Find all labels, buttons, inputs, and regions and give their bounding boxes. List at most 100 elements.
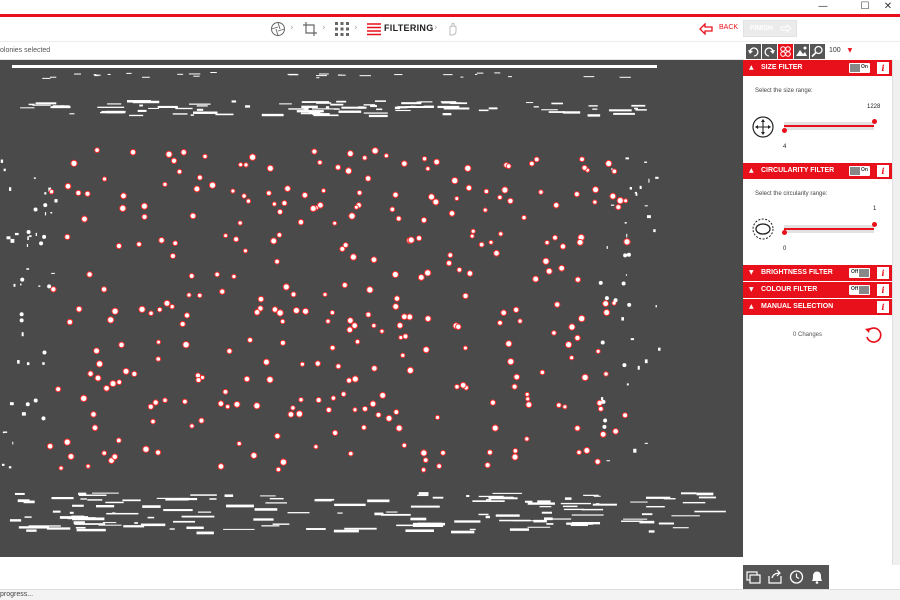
colony-marker[interactable] [365, 311, 372, 318]
colony-marker[interactable] [370, 256, 378, 264]
colonies-view-button[interactable] [778, 44, 793, 59]
colony-marker[interactable] [325, 318, 331, 324]
colony-marker[interactable] [274, 258, 280, 265]
colony-marker[interactable] [511, 383, 518, 390]
colony-marker[interactable] [351, 375, 359, 383]
colony-marker[interactable] [277, 208, 284, 215]
colony-marker[interactable] [170, 157, 178, 164]
colony-marker[interactable] [483, 188, 490, 195]
colony-marker[interactable] [276, 232, 283, 238]
colony-marker[interactable] [493, 249, 500, 257]
colony-marker[interactable] [100, 286, 108, 293]
colony-marker[interactable] [152, 399, 159, 406]
colony-marker[interactable] [75, 189, 82, 196]
colony-marker[interactable] [80, 394, 88, 403]
colony-marker[interactable] [75, 305, 83, 313]
colour-filter-info-icon[interactable]: i [877, 284, 889, 296]
colony-marker[interactable] [579, 156, 585, 163]
colony-marker[interactable] [507, 197, 514, 205]
colony-marker[interactable] [274, 432, 281, 440]
colony-marker[interactable] [282, 283, 290, 291]
colony-marker[interactable] [223, 233, 229, 239]
colony-marker[interactable] [193, 185, 201, 193]
colony-marker[interactable] [568, 323, 576, 331]
colony-marker[interactable] [486, 449, 493, 456]
colony-marker[interactable] [290, 405, 296, 411]
colony-marker[interactable] [379, 391, 387, 399]
hand-icon[interactable] [445, 21, 461, 37]
colony-marker[interactable] [265, 190, 272, 197]
colony-marker[interactable] [595, 348, 601, 354]
colony-marker[interactable] [497, 194, 503, 201]
colony-marker[interactable] [131, 370, 138, 377]
colony-marker[interactable] [459, 381, 467, 389]
colony-marker[interactable] [140, 202, 148, 210]
colony-marker[interactable] [257, 295, 265, 303]
colony-marker[interactable] [165, 150, 173, 158]
colony-marker[interactable] [70, 159, 78, 167]
colony-marker[interactable] [562, 404, 568, 410]
colony-marker[interactable] [155, 356, 162, 362]
colony-marker[interactable] [84, 190, 91, 197]
colony-marker[interactable] [375, 411, 382, 418]
redo-button[interactable] [762, 44, 777, 59]
colony-marker[interactable] [497, 319, 503, 326]
reset-icon[interactable] [864, 326, 882, 344]
colony-marker[interactable] [248, 153, 257, 161]
colony-marker[interactable] [400, 160, 408, 167]
colony-marker[interactable] [86, 271, 93, 278]
circularity-filter-info-icon[interactable]: i [877, 165, 889, 177]
aperture-icon[interactable] [270, 21, 286, 37]
colony-marker[interactable] [81, 215, 88, 223]
colony-marker[interactable] [219, 288, 226, 295]
colony-marker[interactable] [196, 292, 203, 299]
colony-marker[interactable] [55, 386, 62, 393]
colony-marker[interactable] [348, 212, 356, 220]
plate-image-canvas[interactable] [0, 60, 743, 557]
colony-marker[interactable] [91, 424, 99, 432]
colony-marker[interactable] [420, 449, 428, 457]
colony-marker[interactable] [432, 198, 440, 206]
colony-marker[interactable] [222, 388, 229, 395]
finish-button[interactable]: FINISH [743, 20, 797, 37]
colony-marker[interactable] [279, 458, 288, 466]
brightness-filter-header[interactable]: ▼ BRIGHTNESS FILTER Off i [743, 265, 892, 281]
colony-marker[interactable] [489, 399, 496, 406]
colony-marker[interactable] [101, 176, 108, 182]
colony-marker[interactable] [58, 465, 64, 471]
circularity-max-handle[interactable] [872, 222, 877, 227]
colony-marker[interactable] [392, 191, 399, 199]
circularity-filter-header[interactable]: ▲ CIRCULARITY FILTER On i [743, 163, 892, 179]
colony-marker[interactable] [436, 463, 443, 469]
zoom-select[interactable]: 100 ▼ [829, 47, 852, 54]
colony-marker[interactable] [603, 371, 609, 377]
colony-marker[interactable] [325, 406, 332, 413]
colony-marker[interactable] [505, 340, 513, 348]
colony-marker[interactable] [245, 198, 252, 204]
panel-scrollbar[interactable] [892, 60, 900, 565]
colony-marker[interactable] [525, 396, 531, 402]
plate-image[interactable] [0, 60, 743, 557]
colony-marker[interactable] [440, 450, 446, 456]
colony-marker[interactable] [287, 411, 295, 418]
colony-marker[interactable] [451, 176, 459, 185]
colony-marker[interactable] [528, 160, 535, 167]
colony-marker[interactable] [581, 373, 589, 382]
zoom-button[interactable] [810, 44, 825, 59]
colony-marker[interactable] [525, 401, 533, 409]
colony-marker[interactable] [445, 259, 453, 267]
colony-marker[interactable] [352, 407, 358, 413]
colony-marker[interactable] [295, 410, 304, 418]
colony-marker[interactable] [317, 201, 324, 209]
colony-marker[interactable] [599, 430, 607, 438]
colony-marker[interactable] [533, 156, 540, 163]
minimize-button[interactable]: — [809, 0, 837, 14]
colony-marker[interactable] [122, 367, 130, 375]
history-icon[interactable] [788, 569, 804, 585]
colony-marker[interactable] [553, 202, 560, 209]
colony-marker[interactable] [462, 345, 469, 351]
colony-marker[interactable] [400, 352, 406, 359]
colony-marker[interactable] [50, 286, 57, 293]
colony-marker[interactable] [202, 153, 208, 160]
colony-marker[interactable] [484, 462, 491, 469]
